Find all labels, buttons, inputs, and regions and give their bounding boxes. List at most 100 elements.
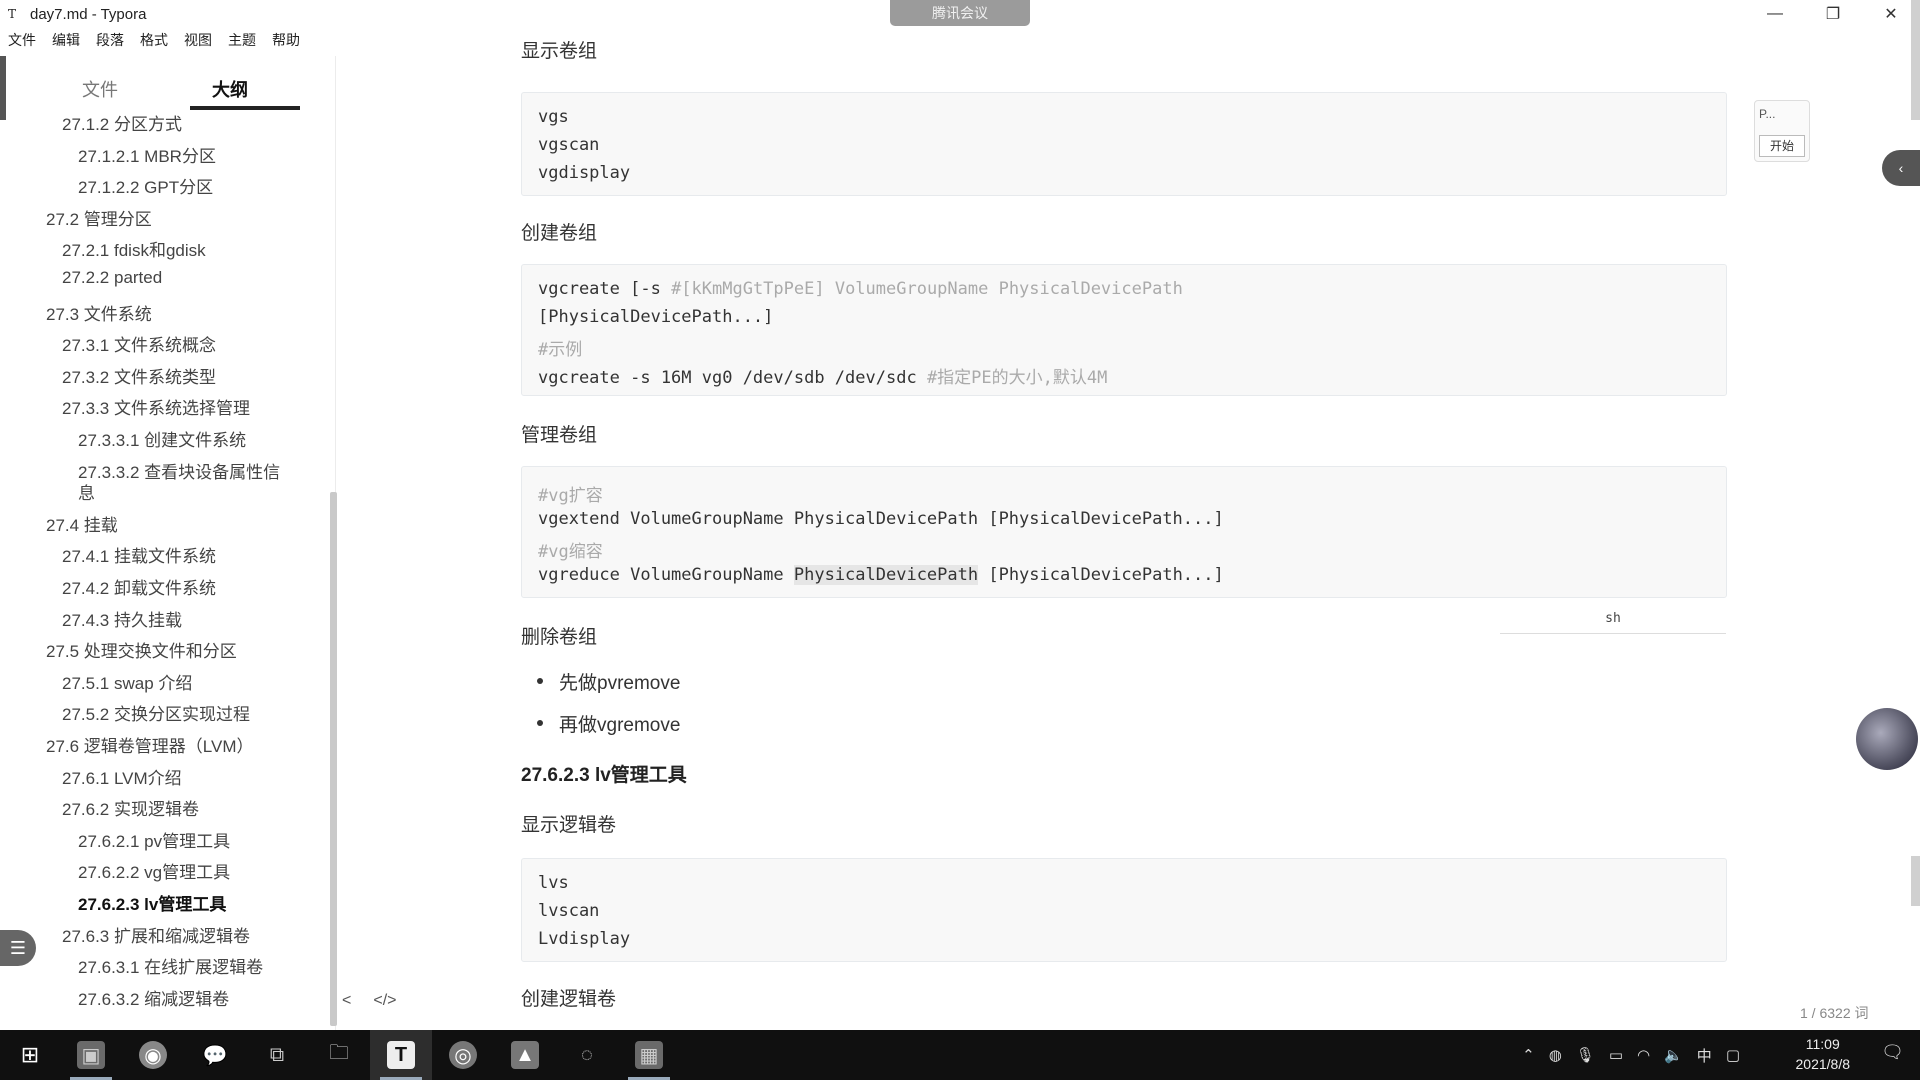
outline-item[interactable]: 27.3.3.2 查看块设备属性信	[78, 458, 280, 483]
outline-item[interactable]: 27.5.1 swap 介绍	[62, 669, 192, 694]
outline-item[interactable]: 27.3 文件系统	[46, 300, 152, 325]
code-comment: #[kKmMgGtTpPeE]	[671, 279, 825, 299]
heading-create-lv: 创建逻辑卷	[521, 989, 617, 1010]
chevron-up-icon[interactable]: ⌃	[1522, 1046, 1535, 1064]
menu-file[interactable]: 文件	[8, 30, 36, 54]
editor[interactable]: 显示卷组 vgs vgscan vgdisplay 创建卷组 vgcreate …	[340, 41, 1900, 1030]
code-language-input[interactable]: sh	[1500, 604, 1726, 634]
typora-window: T day7.md - Typora — ❐ ✕ 腾讯会议 文件 编辑 段落 格…	[0, 0, 1920, 1030]
meeting-badge[interactable]: 腾讯会议	[890, 0, 1030, 26]
code-line: vgdisplay	[538, 163, 631, 183]
wechat-icon[interactable]: 💬	[184, 1030, 246, 1080]
outline-item[interactable]: 27.6.2 实现逻辑卷	[62, 795, 199, 820]
outline-item[interactable]: 27.3.2 文件系统类型	[62, 363, 216, 388]
menu-view[interactable]: 视图	[184, 30, 212, 54]
outline-item[interactable]: 27.3.3 文件系统选择管理	[62, 394, 250, 419]
outline-item[interactable]: 27.3.3.1 创建文件系统	[78, 426, 246, 451]
microphone-icon[interactable]: 🎙	[1576, 1046, 1595, 1064]
sidebar-scrollbar[interactable]	[330, 492, 337, 1026]
outline-item[interactable]: 息	[78, 479, 95, 504]
menu-format[interactable]: 格式	[140, 30, 168, 54]
code-line: lvs	[538, 873, 569, 893]
outline-item[interactable]: 27.6.3 扩展和缩减逻辑卷	[62, 922, 250, 947]
file-manager-icon[interactable]: 🗀	[308, 1030, 370, 1080]
code-line: vgs	[538, 107, 569, 127]
code-comment: #指定PE的大小,默认4M	[926, 368, 1108, 388]
outline-item[interactable]: 27.4.3 持久挂载	[62, 606, 182, 631]
outline-list: 27.1.2 分区方式 27.1.2.1 MBR分区 27.1.2.2 GPT分区 2…	[6, 114, 324, 1030]
input-language[interactable]: 中	[1697, 1045, 1712, 1066]
outline-item[interactable]: 27.1.2.2 GPT分区	[78, 173, 213, 198]
outline-item[interactable]: 27.5.2 交换分区实现过程	[62, 700, 250, 725]
battery-icon[interactable]: ▭	[1609, 1046, 1623, 1064]
outline-item[interactable]: 27.6.2.3 lv管理工具	[78, 890, 226, 915]
avatar[interactable]	[1856, 708, 1918, 770]
wifi-icon[interactable]: ◠	[1637, 1046, 1650, 1064]
typora-taskbar-icon[interactable]: T	[370, 1030, 432, 1080]
floating-pin-label[interactable]: P...	[1759, 107, 1775, 121]
outline-item[interactable]: 27.2.2 parted	[62, 268, 162, 288]
clock[interactable]: 11:09 2021/8/8	[1796, 1034, 1851, 1074]
task-view-icon[interactable]: ⧉	[246, 1030, 308, 1080]
outline-item[interactable]: 27.6.3.2 缩减逻辑卷	[78, 985, 229, 1010]
chrome-icon[interactable]: ◉	[122, 1030, 184, 1080]
outline-item[interactable]: 27.4.2 卸载文件系统	[62, 574, 216, 599]
heading-show-lv: 显示逻辑卷	[521, 815, 617, 836]
active-tab-indicator	[190, 106, 300, 110]
typora-app-icon: T	[8, 7, 17, 21]
outline-item[interactable]: 27.3.1 文件系统概念	[62, 331, 216, 356]
menu-edit[interactable]: 编辑	[52, 30, 80, 54]
outline-item[interactable]: 27.4.1 挂载文件系统	[62, 542, 216, 567]
ime-icon[interactable]: ▢	[1726, 1046, 1740, 1064]
menu-bar: 文件 编辑 段落 格式 视图 主题 帮助	[0, 30, 308, 54]
image-viewer-icon[interactable]: ▣	[60, 1030, 122, 1080]
netease-music-icon[interactable]: ◎	[432, 1030, 494, 1080]
outline-item[interactable]: 27.4 挂载	[46, 511, 118, 536]
code-comment: #vg缩容	[538, 542, 603, 562]
windows-start-icon[interactable]: ⊞	[0, 1030, 60, 1080]
start-button[interactable]: 开始	[1759, 135, 1805, 157]
outline-item[interactable]: 27.1.2 分区方式	[62, 114, 182, 135]
code-line: vgextend VolumeGroupName PhysicalDeviceP…	[538, 509, 1224, 529]
screen-recorder-icon[interactable]: ▦	[618, 1030, 680, 1080]
photos-icon[interactable]: ▲	[494, 1030, 556, 1080]
outline-item[interactable]: 27.1.2.1 MBR分区	[78, 142, 216, 167]
menu-theme[interactable]: 主题	[228, 30, 256, 54]
outline-item[interactable]: 27.6.2.2 vg管理工具	[78, 858, 230, 883]
code-block-show-lv[interactable]: lvs lvscan Lvdisplay	[521, 858, 1727, 962]
outline-item[interactable]: 27.5 处理交换文件和分区	[46, 637, 237, 662]
outline-item[interactable]: 27.2.1 fdisk和gdisk	[62, 236, 206, 261]
selected-code-text: PhysicalDevicePath	[793, 565, 979, 585]
restore-button[interactable]: ❐	[1804, 0, 1862, 28]
outline-item[interactable]: 27.6.2.1 pv管理工具	[78, 827, 230, 852]
network-app-icon[interactable]: ◍	[1549, 1046, 1562, 1064]
heading-manage-vg: 管理卷组	[521, 425, 598, 446]
tab-outline[interactable]: 大纲	[170, 56, 290, 112]
editor-scrollbar-thumb[interactable]	[1911, 856, 1920, 906]
minimize-button[interactable]: —	[1746, 0, 1804, 28]
notification-icon[interactable]: 🗨	[1881, 1042, 1904, 1063]
code-line: vgreduce VolumeGroupName PhysicalDeviceP…	[538, 565, 1224, 585]
outline-item[interactable]: 27.6 逻辑卷管理器（LVM）	[46, 732, 254, 757]
outline-item[interactable]: 27.6.1 LVM介绍	[62, 764, 182, 789]
code-line: lvscan	[538, 901, 600, 921]
tab-files[interactable]: 文件	[40, 56, 160, 112]
code-block-create-vg[interactable]: vgcreate [-s #[kKmMgGtTpPeE] VolumeGroup…	[521, 264, 1727, 396]
volume-icon[interactable]: 🔈	[1664, 1046, 1683, 1064]
code-block-manage-vg[interactable]: #vg扩容 vgextend VolumeGroupName PhysicalD…	[521, 466, 1727, 598]
collapse-arrow-icon[interactable]: ‹	[1882, 150, 1920, 186]
taskbar: ⊞ ▣ ◉ 💬 ⧉ 🗀 T ◎ ▲ ◌ ▦ ⌃ ◍ 🎙 ▭ ◠ 🔈 中 ▢ 11…	[0, 1030, 1920, 1080]
outline-item[interactable]: 27.2 管理分区	[46, 205, 152, 230]
menu-paragraph[interactable]: 段落	[96, 30, 124, 54]
clock-date: 2021/8/8	[1795, 1056, 1851, 1072]
code-line: Lvdisplay	[538, 929, 631, 949]
code-text: vgreduce VolumeGroupName	[538, 565, 794, 585]
outline-item[interactable]: 27.6.3.1 在线扩展逻辑卷	[78, 953, 263, 978]
sidebar-toggle-icon[interactable]: ☰	[0, 930, 36, 966]
heading-delete-vg: 删除卷组	[521, 627, 598, 648]
browser-icon[interactable]: ◌	[556, 1030, 618, 1080]
editor-scrollbar[interactable]	[1911, 0, 1920, 120]
menu-help[interactable]: 帮助	[272, 30, 300, 54]
word-count[interactable]: 1 / 6322 词	[1800, 1003, 1869, 1023]
code-block-show-vg[interactable]: vgs vgscan vgdisplay	[521, 92, 1727, 196]
